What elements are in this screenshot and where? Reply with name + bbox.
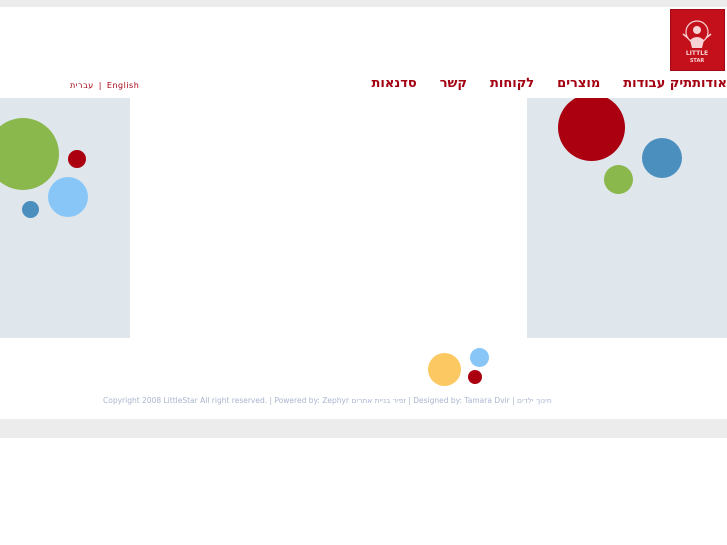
- footer-separator: |: [408, 396, 411, 405]
- footer-decorative-dots: [425, 345, 495, 390]
- logo-text-line2: STAR: [690, 58, 704, 64]
- footer-powered-by-link[interactable]: Powered by: Zephyr זפיר בניית אתרים: [274, 396, 405, 405]
- footer-copyright: Copyright 2008 LittleStar All right rese…: [103, 396, 268, 405]
- light-blue-circle: [48, 177, 88, 217]
- blue-circle: [642, 138, 682, 178]
- bottom-bar: [0, 419, 727, 438]
- language-separator: |: [98, 81, 102, 90]
- blue-circle: [22, 201, 39, 218]
- green-circle: [0, 118, 59, 190]
- right-decorative-panel: [527, 98, 727, 338]
- footer-tag-link[interactable]: חינוך ילדים: [517, 396, 552, 405]
- language-english-link[interactable]: English: [107, 81, 139, 90]
- green-circle: [604, 165, 633, 194]
- red-circle: [558, 98, 625, 161]
- left-decorative-panel: [0, 98, 130, 338]
- footer-designed-by-link[interactable]: Designed by: Tamara Dvir: [413, 396, 510, 405]
- nav-item-contact[interactable]: קשר: [440, 76, 467, 91]
- logo-emblem-icon: LITTLE STAR: [682, 20, 712, 64]
- red-circle: [468, 370, 482, 384]
- logo-text-line1: LITTLE: [686, 50, 708, 57]
- main-navigation: אודות תיק עבודות מוצרים לקוחות קשר סדנאו…: [349, 74, 727, 92]
- footer-separator: |: [512, 396, 515, 405]
- language-hebrew-link[interactable]: עברית: [70, 81, 94, 90]
- language-switcher: עברית | English: [70, 81, 139, 90]
- little-star-logo[interactable]: LITTLE STAR: [670, 9, 725, 71]
- nav-item-portfolio[interactable]: תיק עבודות: [623, 76, 692, 91]
- nav-item-about[interactable]: אודות: [692, 76, 727, 91]
- top-bar: [0, 0, 727, 7]
- red-circle: [68, 150, 86, 168]
- light-blue-circle: [470, 348, 489, 367]
- footer-separator: |: [269, 396, 273, 405]
- nav-item-clients[interactable]: לקוחות: [490, 76, 534, 91]
- nav-item-workshops[interactable]: סדנאות: [372, 76, 417, 91]
- nav-item-products[interactable]: מוצרים: [557, 76, 600, 91]
- yellow-circle: [428, 353, 461, 386]
